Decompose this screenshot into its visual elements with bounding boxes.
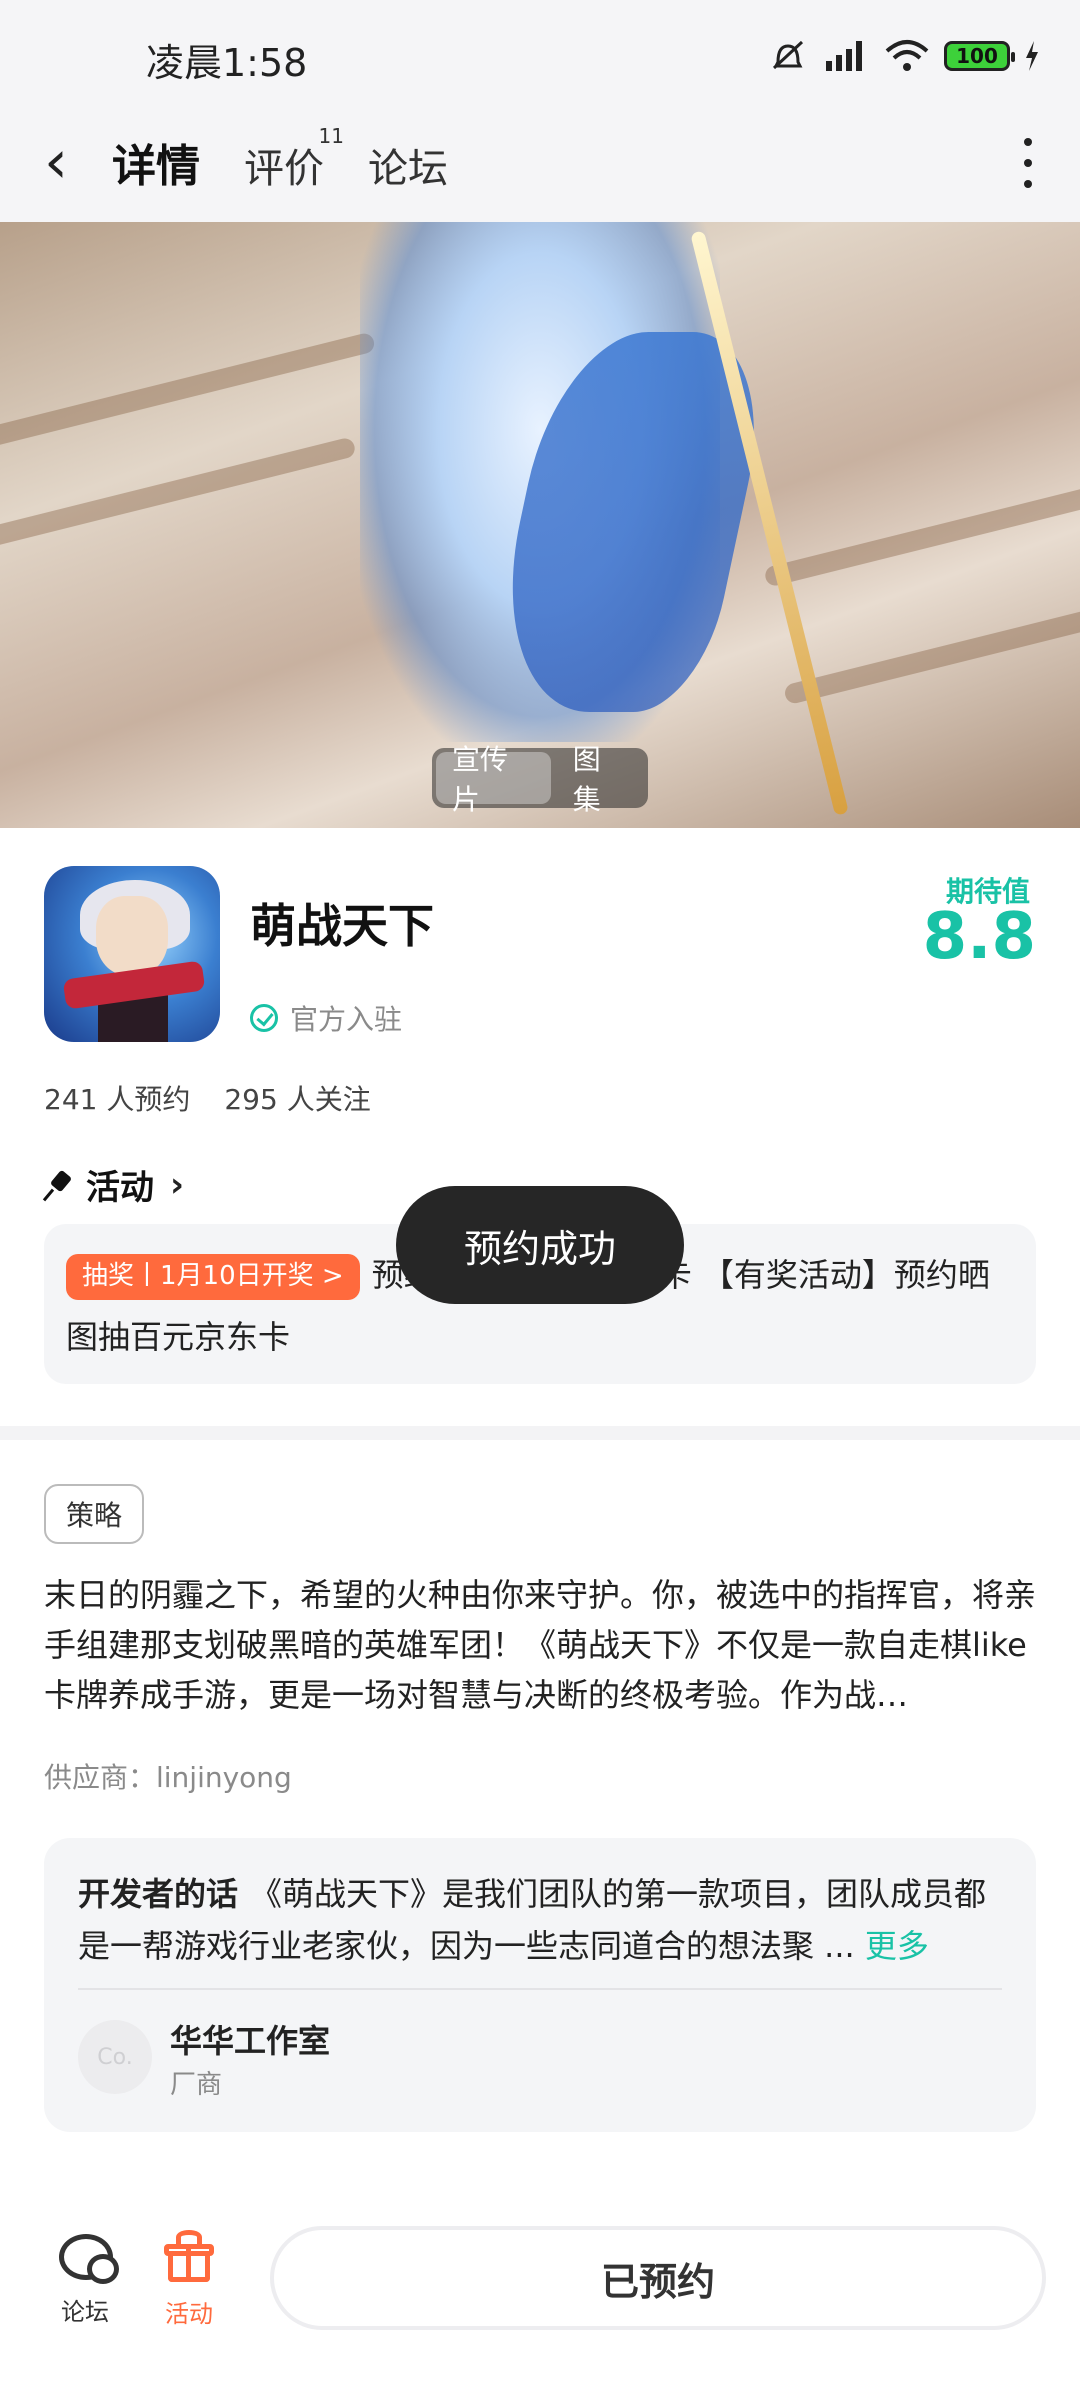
- hero-decoration: [0, 331, 377, 453]
- supplier-info: 供应商：linjinyong: [44, 1761, 292, 1794]
- developer-heading: 开发者的话: [78, 1875, 239, 1913]
- developer-role: 厂商: [170, 2070, 223, 2100]
- reservation-count: 241 人预约: [44, 1083, 191, 1116]
- tab-details-label: 详情: [112, 141, 200, 192]
- strategy-tag[interactable]: 策略: [44, 1484, 144, 1544]
- reserved-button[interactable]: 已预约: [270, 2226, 1046, 2330]
- developer-name[interactable]: 华华工作室: [170, 2016, 330, 2062]
- expectation-score: 8.8: [922, 900, 1036, 974]
- status-icons: 100: [766, 36, 1040, 76]
- top-nav: ‹ 详情 评价 11 论坛: [0, 110, 1080, 222]
- hero-decoration: [763, 476, 1080, 588]
- app-name: 萌战天下: [250, 899, 434, 953]
- media-switch: 宣传片 图集: [432, 743, 648, 816]
- follower-count: 295 人关注: [224, 1083, 371, 1116]
- toast-message: 预约成功: [396, 1186, 684, 1304]
- lottery-tag: 抽奖丨1月10日开奖 >: [66, 1254, 360, 1300]
- official-label: 官方入驻: [290, 1003, 403, 1036]
- bottom-activity-label: 活动: [165, 2300, 213, 2328]
- developer-divider: [78, 1988, 1002, 1990]
- charging-icon: [1026, 41, 1038, 71]
- wifi-icon: [885, 40, 929, 71]
- reviews-count-badge: 11: [318, 124, 344, 148]
- verified-check-icon: [250, 1004, 278, 1032]
- tab-details[interactable]: 详情: [108, 130, 204, 206]
- pin-icon: [44, 1170, 74, 1200]
- bottom-activity-button[interactable]: 活动: [144, 2230, 234, 2329]
- tab-reviews[interactable]: 评价 11: [244, 124, 344, 206]
- chevron-right-icon: ›: [170, 1164, 185, 1205]
- game-description[interactable]: 末日的阴霾之下，希望的火种由你来守护。你，被选中的指挥官，将亲手组建那支划破黑暗…: [44, 1570, 1040, 1720]
- back-icon[interactable]: ‹: [44, 132, 88, 198]
- status-time: 凌晨1:58: [146, 41, 308, 85]
- more-options-icon[interactable]: [1022, 138, 1034, 188]
- media-option-gallery[interactable]: 图集: [557, 743, 644, 816]
- more-link[interactable]: 更多: [865, 1927, 929, 1965]
- bottom-forum-label: 论坛: [61, 2298, 109, 2326]
- gift-icon: [162, 2230, 216, 2282]
- developer-avatar[interactable]: Co.: [78, 2020, 152, 2094]
- app-stats: 241 人预约 295 人关注: [44, 1078, 371, 1118]
- tab-bar: 详情 评价 11 论坛: [108, 124, 448, 206]
- forum-icon: [57, 2230, 119, 2284]
- tab-forum[interactable]: 论坛: [368, 136, 448, 206]
- section-divider: [0, 1426, 1080, 1440]
- media-option-video[interactable]: 宣传片: [436, 743, 551, 816]
- official-badge: 官方入驻: [250, 998, 402, 1038]
- hero-media[interactable]: [0, 222, 1080, 828]
- hero-decoration: [782, 598, 1080, 706]
- activity-header[interactable]: 活动 ›: [44, 1160, 184, 1209]
- mute-icon: [772, 40, 804, 70]
- developer-card[interactable]: 开发者的话 《萌战天下》是我们团队的第一款项目，团队成员都是一帮游戏行业老家伙，因…: [44, 1838, 1036, 2132]
- tab-reviews-label: 评价: [244, 146, 324, 192]
- activity-title: 活动: [86, 1168, 154, 1208]
- tab-forum-label: 论坛: [368, 146, 448, 192]
- developer-words: 开发者的话 《萌战天下》是我们团队的第一款项目，团队成员都是一帮游戏行业老家伙，因…: [78, 1868, 1002, 1972]
- bottom-forum-button[interactable]: 论坛: [40, 2230, 130, 2327]
- hero-decoration: [0, 436, 357, 548]
- status-bar: 凌晨1:58 100: [0, 0, 1080, 110]
- app-icon: [44, 866, 220, 1042]
- battery-icon: 100: [944, 41, 1015, 71]
- signal-icon: [826, 41, 862, 71]
- bottom-bar: 论坛 活动 已预约: [0, 2200, 1080, 2400]
